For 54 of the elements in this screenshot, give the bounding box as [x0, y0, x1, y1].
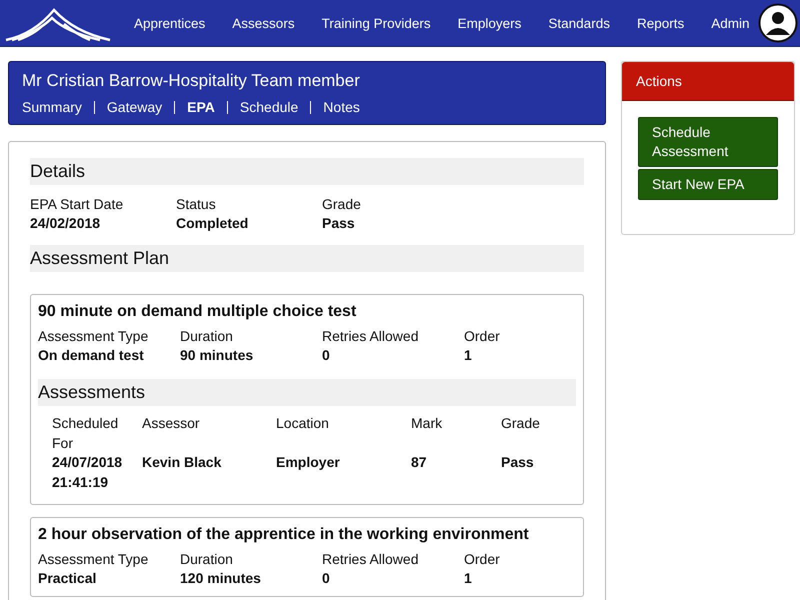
field-value: Pass [322, 214, 356, 233]
field-value: Completed [176, 214, 250, 233]
field-label: Status [176, 195, 217, 214]
action-button[interactable]: Start New EPA [638, 169, 778, 200]
nav-link[interactable]: Reports [636, 16, 684, 30]
field-value: 0 [322, 346, 331, 365]
actions-header: Actions [622, 62, 794, 101]
column-label: Scheduled For [52, 414, 120, 452]
field-value: 1 [464, 346, 473, 365]
table-cell-text: 87 [411, 453, 428, 472]
plan-title: 90 minute on demand multiple choice test [38, 303, 358, 321]
field-value: Practical [38, 569, 98, 588]
tab[interactable]: Summary [22, 99, 82, 115]
nav-link[interactable]: Standards [548, 16, 610, 30]
field-label: Duration [180, 327, 234, 346]
section-heading: Assessment Plan [30, 245, 584, 272]
table-cell-text: 24/07/2018 21:41:19 [52, 453, 124, 492]
user-avatar-icon[interactable] [758, 3, 798, 43]
field-label: Retries Allowed [322, 327, 420, 346]
nav-link[interactable]: Assessors [232, 16, 295, 30]
field-label: Grade [322, 195, 362, 214]
nav-link[interactable]: Employers [458, 16, 522, 30]
action-button[interactable]: Schedule Assessment [638, 117, 778, 167]
field-label: Retries Allowed [322, 550, 420, 569]
nav-link[interactable]: Training Providers [322, 16, 431, 30]
field-value: On demand test [38, 346, 145, 365]
field-value: 90 minutes [180, 346, 254, 365]
field-value: 120 minutes [180, 569, 262, 588]
section-heading: Assessments [38, 379, 576, 406]
nav-link[interactable]: Apprentices [134, 16, 206, 30]
table-cell-text: Kevin Black [142, 453, 222, 472]
section-heading: Details [30, 158, 584, 185]
tab[interactable]: Gateway [106, 99, 162, 115]
field-value: 1 [464, 569, 473, 588]
apprentice-title: Mr Cristian Barrow-Hospitality Team member [22, 71, 361, 91]
column-label: Mark [411, 414, 444, 433]
field-label: Order [464, 327, 501, 346]
table-cell-text: Employer [276, 453, 341, 472]
table-cell-text: Pass [501, 453, 535, 472]
tab[interactable]: Schedule [240, 99, 298, 115]
column-label: Grade [501, 414, 541, 433]
field-label: EPA Start Date [30, 195, 124, 214]
column-label: Assessor [142, 414, 201, 433]
tab[interactable]: EPA [187, 99, 215, 115]
field-value: 24/02/2018 [30, 214, 102, 233]
plan-title: 2 hour observation of the apprentice in the working environment [38, 526, 530, 544]
field-label: Duration [180, 550, 234, 569]
field-label: Assessment Type [38, 327, 150, 346]
field-value: 0 [322, 569, 331, 588]
field-label: Order [464, 550, 501, 569]
field-label: Assessment Type [38, 550, 150, 569]
column-label: Location [276, 414, 330, 433]
nav-link[interactable]: Admin [711, 16, 750, 30]
tab[interactable]: Notes [323, 99, 360, 115]
